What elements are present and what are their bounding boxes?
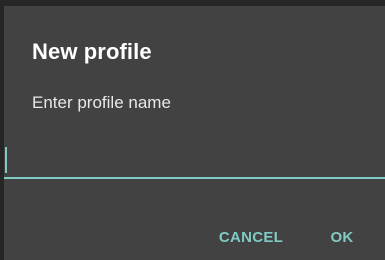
ok-button[interactable]: OK <box>322 220 362 256</box>
profile-name-field[interactable] <box>4 141 385 179</box>
cancel-button[interactable]: CANCEL <box>210 220 292 256</box>
input-underline <box>4 177 385 179</box>
dialog-message: Enter profile name <box>32 93 171 112</box>
profile-name-input[interactable] <box>4 141 385 177</box>
dialog-actions: CANCEL OK <box>4 220 385 256</box>
text-cursor <box>5 147 7 173</box>
dialog-title: New profile <box>32 39 152 64</box>
new-profile-dialog: New profile Enter profile name CANCEL OK <box>4 6 385 260</box>
